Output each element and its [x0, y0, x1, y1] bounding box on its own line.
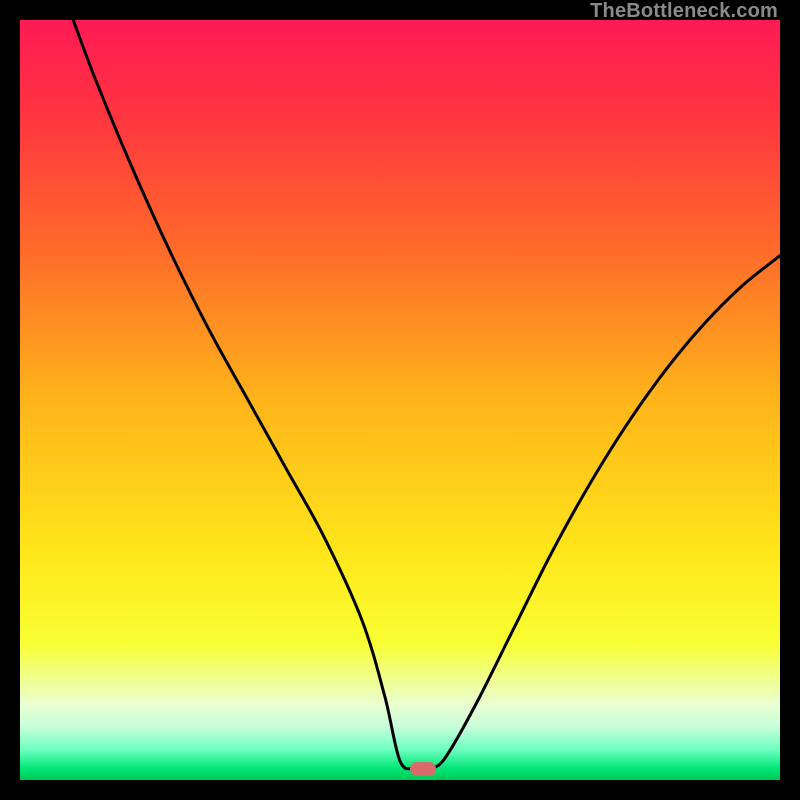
plot-area: [20, 20, 780, 780]
curve-layer: [20, 20, 780, 780]
chart-frame: TheBottleneck.com: [0, 0, 800, 800]
bottleneck-curve: [73, 20, 780, 770]
bottleneck-marker: [410, 762, 436, 776]
